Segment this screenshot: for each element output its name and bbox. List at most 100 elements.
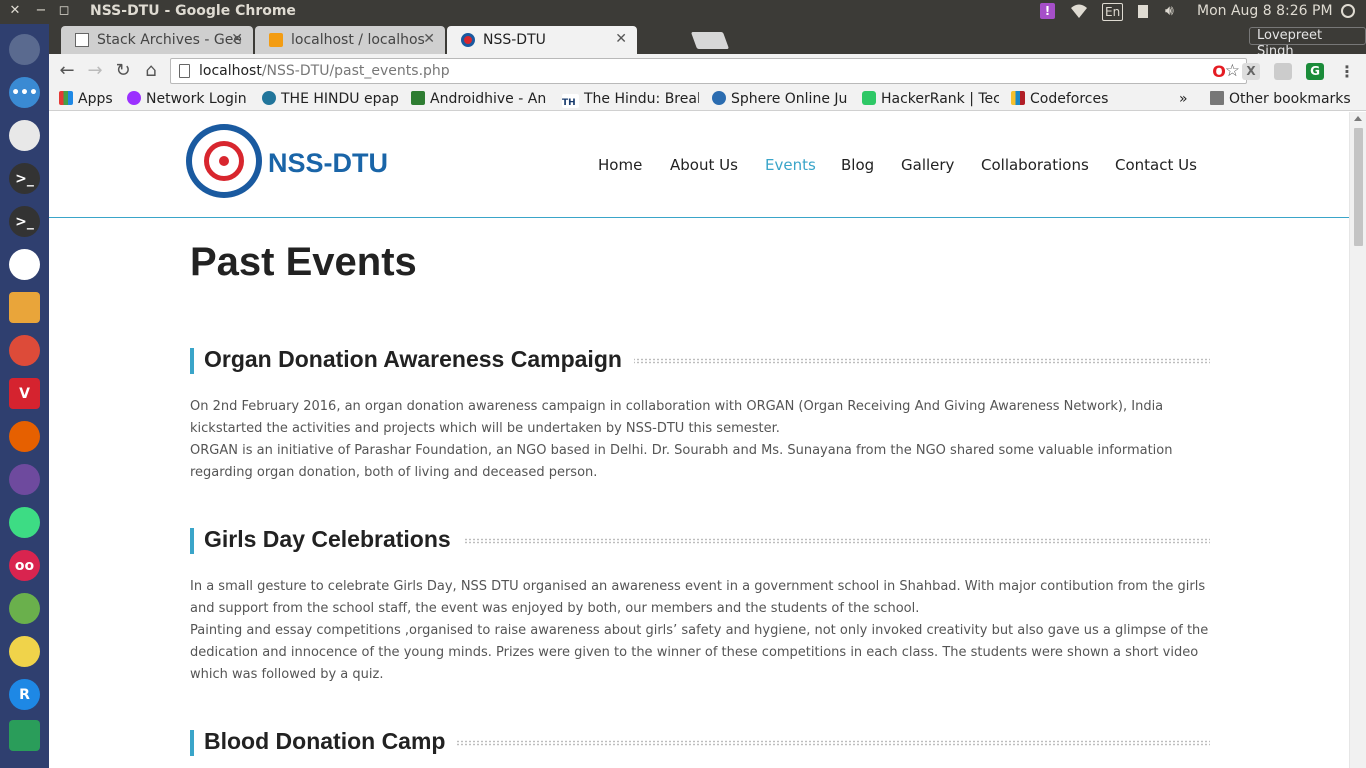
- firefox-icon[interactable]: [9, 421, 40, 452]
- opera-extension-icon[interactable]: O: [1210, 63, 1228, 80]
- title-accent-bar: [190, 348, 194, 374]
- apps-grid-icon: [59, 91, 73, 105]
- nav-about-us[interactable]: About Us: [670, 156, 738, 174]
- event-title: Blood Donation Camp: [204, 728, 458, 755]
- title-accent-bar: [190, 528, 194, 554]
- event-description: On 2nd February 2016, an organ donation …: [190, 396, 1210, 484]
- nav-blog[interactable]: Blog: [841, 156, 874, 174]
- minimize-window-icon[interactable]: −: [33, 3, 49, 19]
- system-top-bar: ✕ − ◻ NSS-DTU - Google Chrome ! En 🔊︎ Mo…: [0, 0, 1366, 24]
- terminal-alt-icon[interactable]: >_: [9, 206, 40, 237]
- window-title: NSS-DTU - Google Chrome: [90, 3, 296, 19]
- nav-contact-us[interactable]: Contact Us: [1115, 156, 1197, 174]
- close-tab-icon[interactable]: ✕: [423, 31, 435, 47]
- site-brand[interactable]: NSS-DTU: [268, 148, 388, 179]
- tab-stack-archives[interactable]: Stack Archives - Gee ✕: [61, 26, 253, 54]
- event-paragraph: On 2nd February 2016, an organ donation …: [190, 399, 1164, 436]
- remmina-icon[interactable]: R: [9, 679, 40, 710]
- bookmark-androidhive[interactable]: Androidhive - An: [411, 90, 549, 108]
- dash-home-icon[interactable]: •••: [9, 77, 40, 108]
- nav-collaborations[interactable]: Collaborations: [981, 156, 1089, 174]
- bookmarks-bar: Apps Network Login THE HINDU epap Androi…: [49, 88, 1366, 111]
- event-title: Girls Day Celebrations: [204, 526, 463, 553]
- archive-manager-icon[interactable]: [9, 636, 40, 667]
- other-bookmarks-folder[interactable]: Other bookmarks: [1210, 90, 1360, 108]
- bookmark-apps[interactable]: Apps: [59, 90, 121, 108]
- site-header: NSS-DTU Home About Us Events Blog Galler…: [49, 112, 1349, 218]
- wifi-icon[interactable]: [1070, 3, 1088, 23]
- tab-label: Stack Archives - Gee: [97, 32, 242, 48]
- scrollbar-thumb[interactable]: [1354, 128, 1363, 246]
- phpmyadmin-icon: [269, 33, 283, 47]
- nss-logo[interactable]: [186, 124, 262, 198]
- bookmark-sphere-online-judge[interactable]: Sphere Online Ju: [712, 90, 849, 108]
- bookmarks-overflow-chevron[interactable]: »: [1179, 90, 1193, 108]
- page-scrollbar[interactable]: [1349, 112, 1366, 768]
- lens-app-icon[interactable]: oo: [9, 550, 40, 581]
- event-title: Organ Donation Awareness Campaign: [204, 346, 634, 373]
- tab-label: NSS-DTU: [483, 32, 546, 48]
- event-blood-donation: Blood Donation Camp: [190, 728, 1210, 768]
- volume-icon[interactable]: 🔊︎: [1165, 3, 1174, 19]
- nav-home[interactable]: Home: [598, 156, 642, 174]
- bookmark-the-hindu-breaking[interactable]: TH The Hindu: Break: [562, 90, 699, 108]
- nss-logo-icon: [461, 33, 475, 47]
- keyboard-layout-indicator[interactable]: En: [1102, 3, 1124, 21]
- home-icon[interactable]: ⌂: [140, 60, 162, 82]
- event-paragraph: Painting and essay competitions ,organis…: [190, 623, 1209, 682]
- x-extension-icon[interactable]: X: [1242, 63, 1260, 80]
- new-tab-button[interactable]: [690, 32, 730, 49]
- terminal-icon[interactable]: >_: [9, 163, 40, 194]
- back-arrow-icon[interactable]: ←: [56, 60, 78, 82]
- nav-gallery[interactable]: Gallery: [901, 156, 954, 174]
- battery-icon[interactable]: [1137, 3, 1149, 23]
- event-girls-day: Girls Day Celebrations In a small gestur…: [190, 526, 1210, 688]
- wordpress-icon: [262, 91, 276, 105]
- grammarly-extension-icon[interactable]: G: [1306, 63, 1324, 80]
- bookmark-hackerrank[interactable]: HackerRank | Tec: [862, 90, 999, 108]
- tab-nss-dtu[interactable]: NSS-DTU ✕: [447, 26, 637, 54]
- tab-label: localhost / localhos: [291, 32, 425, 48]
- atom-icon[interactable]: [9, 464, 40, 495]
- vivaldi-icon[interactable]: V: [9, 378, 40, 409]
- settings-gear-icon[interactable]: [1340, 3, 1356, 23]
- address-bar[interactable]: localhost/NSS-DTU/past_events.php ☆: [170, 58, 1247, 84]
- pie-app-icon[interactable]: [9, 120, 40, 151]
- bookmark-codeforces[interactable]: Codeforces: [1011, 90, 1121, 108]
- tab-strip: Stack Archives - Gee ✕ localhost / local…: [49, 24, 1366, 59]
- url-path: /NSS-DTU/past_events.php: [261, 63, 450, 79]
- android-studio-icon[interactable]: [9, 507, 40, 538]
- close-window-icon[interactable]: ✕: [7, 3, 23, 19]
- close-tab-icon[interactable]: ✕: [231, 31, 243, 47]
- page-info-icon[interactable]: [179, 64, 190, 78]
- reload-icon[interactable]: ↻: [112, 60, 134, 82]
- cube-extension-icon[interactable]: [1274, 63, 1292, 80]
- close-tab-icon[interactable]: ✕: [615, 31, 627, 47]
- profile-button[interactable]: Lovepreet Singh: [1249, 27, 1366, 59]
- folder-icon: [1210, 91, 1224, 105]
- maximize-window-icon[interactable]: ◻: [56, 3, 72, 19]
- the-hindu-icon: TH: [562, 94, 579, 108]
- codeforces-icon: [1011, 91, 1025, 105]
- update-notifier-icon[interactable]: !: [1040, 3, 1055, 19]
- software-center-icon[interactable]: [9, 249, 40, 280]
- android-sdk-icon[interactable]: [9, 593, 40, 624]
- title-accent-bar: [190, 730, 194, 756]
- chrome-menu-icon[interactable]: ⋮: [1338, 63, 1356, 80]
- tab-phpmyadmin[interactable]: localhost / localhos ✕: [255, 26, 445, 54]
- browser-toolbar: ← → ↻ ⌂ localhost/NSS-DTU/past_events.ph…: [49, 54, 1366, 88]
- bookmark-the-hindu-epaper[interactable]: THE HINDU epap: [262, 90, 399, 108]
- clock[interactable]: Mon Aug 8 8:26 PM: [1197, 3, 1333, 19]
- event-description: In a small gesture to celebrate Girls Da…: [190, 576, 1210, 686]
- nav-events[interactable]: Events: [765, 156, 816, 174]
- apple-logo-icon[interactable]: [9, 34, 40, 65]
- chrome-icon[interactable]: [9, 335, 40, 366]
- forward-arrow-icon[interactable]: →: [84, 60, 106, 82]
- page-viewport: NSS-DTU Home About Us Events Blog Galler…: [49, 112, 1349, 768]
- logo-hub: [219, 156, 229, 166]
- files-folder-icon[interactable]: [9, 292, 40, 323]
- scroll-up-arrow-icon[interactable]: [1354, 116, 1362, 121]
- url-host: localhost: [199, 63, 262, 79]
- update-manager-icon[interactable]: [9, 720, 40, 751]
- bookmark-network-login[interactable]: Network Login: [127, 90, 255, 108]
